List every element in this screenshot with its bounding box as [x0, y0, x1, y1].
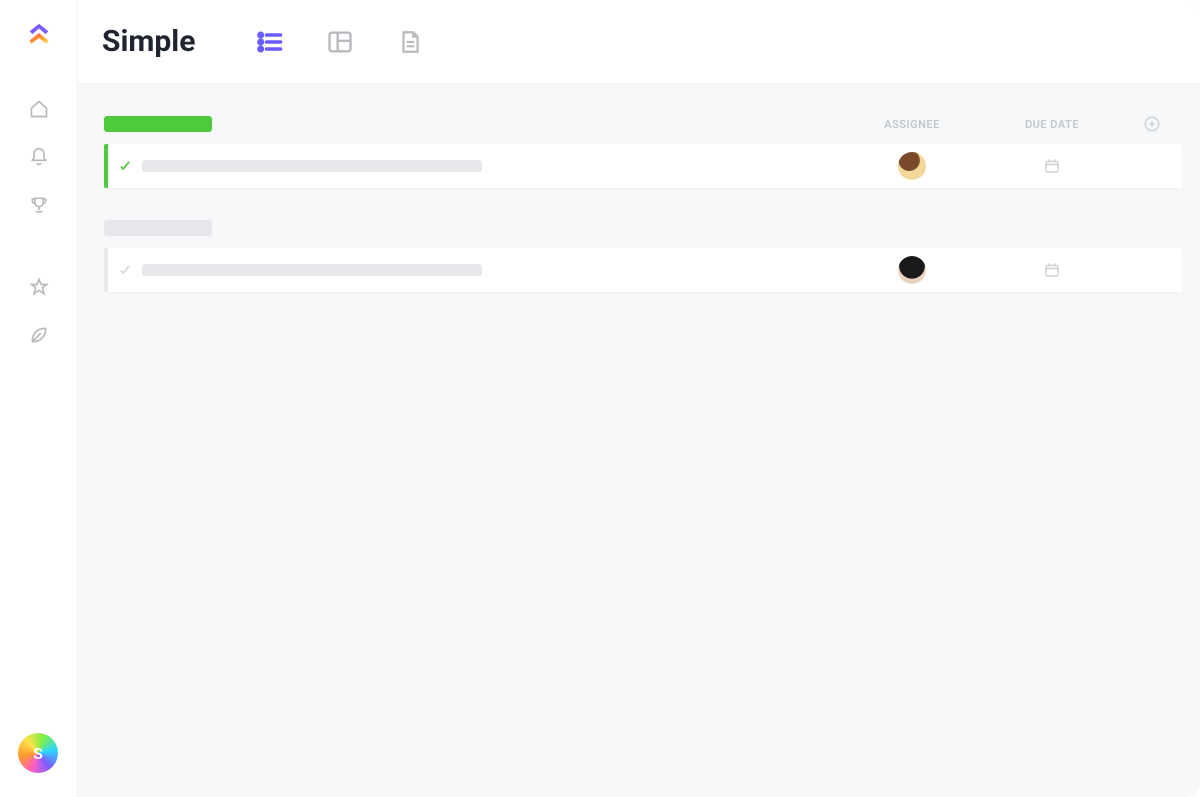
home-icon[interactable]: [28, 98, 50, 120]
trophy-icon[interactable]: [28, 194, 50, 216]
due-date-icon[interactable]: [1043, 157, 1061, 175]
page-title: Simple: [102, 24, 195, 59]
user-avatar[interactable]: S: [18, 733, 58, 773]
column-due-label: DUE DATE: [982, 118, 1122, 131]
app-root: S Simple: [0, 0, 1200, 797]
clickup-logo[interactable]: [24, 20, 54, 50]
status-pill-green[interactable]: [104, 116, 212, 132]
bell-icon[interactable]: [28, 146, 50, 168]
doc-view-icon[interactable]: [395, 27, 425, 57]
board-view-icon[interactable]: [325, 27, 355, 57]
content: ASSIGNEE DUE DATE: [78, 84, 1200, 797]
view-switcher: [255, 27, 425, 57]
status-pill-gray[interactable]: [104, 220, 212, 236]
task-name-placeholder: [142, 264, 482, 276]
due-date-icon[interactable]: [1043, 261, 1061, 279]
user-initial: S: [33, 744, 43, 763]
task-row[interactable]: [104, 144, 1182, 188]
task-group-2: [104, 248, 1182, 292]
star-icon[interactable]: [28, 276, 50, 298]
group-2-header: [104, 214, 1182, 242]
check-icon[interactable]: [108, 263, 142, 277]
sidebar: S: [0, 0, 78, 797]
assignee-avatar[interactable]: [898, 256, 926, 284]
topbar: Simple: [78, 0, 1200, 84]
column-headers: ASSIGNEE DUE DATE: [104, 110, 1182, 138]
column-assignee-label: ASSIGNEE: [842, 118, 982, 131]
task-group-1: [104, 144, 1182, 188]
list-view-icon[interactable]: [255, 27, 285, 57]
task-name-placeholder: [142, 160, 482, 172]
task-row[interactable]: [104, 248, 1182, 292]
add-column-icon[interactable]: [1143, 115, 1161, 133]
leaf-icon[interactable]: [28, 324, 50, 346]
assignee-avatar[interactable]: [898, 152, 926, 180]
main: Simple: [78, 0, 1200, 797]
check-icon[interactable]: [108, 159, 142, 173]
